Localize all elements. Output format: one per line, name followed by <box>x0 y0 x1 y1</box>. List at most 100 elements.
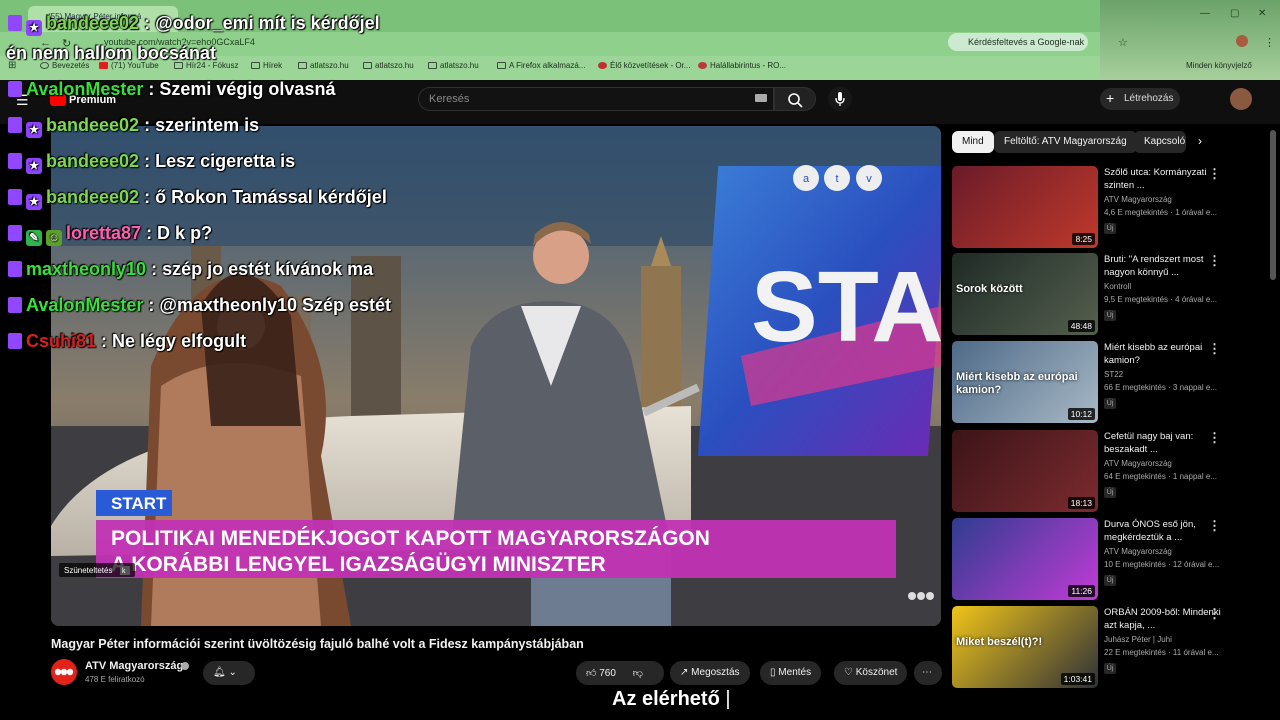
minimize-icon[interactable]: — <box>1200 8 1210 19</box>
profile-avatar[interactable] <box>1236 35 1248 47</box>
video-thumbnail[interactable]: Miért kisebb az európai kamion? 10:12 <box>952 341 1098 423</box>
share-button[interactable]: ↗ Megosztás <box>670 661 750 685</box>
thanks-button[interactable]: ♡ Köszönet <box>834 661 908 685</box>
video-thumbnail[interactable]: 8:25 <box>952 166 1098 248</box>
chat-text: : Szemi végig olvasná <box>148 79 336 99</box>
chat-message: maxtheonly10 : szép jo estét kívánok ma <box>8 258 373 280</box>
twitch-icon <box>8 189 22 205</box>
thumbnail-text: Sorok között <box>956 283 1023 295</box>
recommendation-channel[interactable]: Kontroll <box>1104 282 1224 291</box>
recommendation-title[interactable]: Durva ÓNOS eső jön, megkérdeztük a ... <box>1104 518 1224 544</box>
scrollbar[interactable] <box>1270 130 1276 280</box>
recommendation-title[interactable]: ORBÁN 2009-ből: Mindenki azt kapja, ... <box>1104 606 1224 632</box>
chat-message: ✎ ☺ loretta87 : D k p? <box>8 222 212 246</box>
more-vertical-icon[interactable]: ⋮ <box>1208 606 1221 622</box>
heart-icon: ♡ <box>844 667 853 678</box>
recommendation-channel[interactable]: Juhász Péter | Juhi <box>1104 635 1224 644</box>
video-thumbnail[interactable]: 18:13 <box>952 430 1098 512</box>
chat-message: AvalonMester : @maxtheonly10 Szép estét <box>8 294 391 316</box>
search-input[interactable]: Keresés <box>418 87 774 111</box>
recommendation-meta: 64 E megtekintés · 1 nappal e... <box>1104 472 1217 481</box>
chip-related[interactable]: Kapcsoló <box>1134 131 1186 153</box>
bookmark-star-icon[interactable]: ☆ <box>1118 36 1128 49</box>
chevron-right-icon[interactable]: › <box>1198 134 1202 148</box>
pause-shortcut-key: k <box>122 568 126 575</box>
menu-kebab-icon[interactable]: ⋮ <box>1264 36 1275 49</box>
video-duration: 18:13 <box>1067 497 1095 509</box>
twitch-icon <box>8 261 22 277</box>
account-avatar[interactable] <box>1230 88 1252 110</box>
close-window-icon[interactable]: ✕ <box>1258 8 1266 19</box>
google-lens-button[interactable]: Kérdésfeltevés a Google-nak <box>948 33 1088 51</box>
folder-icon <box>428 62 437 69</box>
bookmark-item[interactable]: Élő közvetítések - Or... <box>598 61 690 70</box>
recommendation-channel[interactable]: ATV Magyarország <box>1104 547 1224 556</box>
more-horizontal-icon: ⋯ <box>922 667 932 678</box>
folder-icon <box>363 62 372 69</box>
chat-text: : @odor_emi mít is kérdőjel <box>144 13 380 33</box>
chat-message: Csuhi81 : Ne légy elfogult <box>8 330 246 352</box>
bookmark-item[interactable]: atlatszo.hu <box>363 61 414 70</box>
recommendation-title[interactable]: Bruti: "A rendszert most nagyon könnyű .… <box>1104 253 1224 279</box>
twitch-icon <box>8 297 22 313</box>
new-badge: Új <box>1104 223 1116 234</box>
star-badge-icon: ★ <box>26 20 42 36</box>
voice-search-button[interactable] <box>828 87 852 111</box>
keyboard-icon[interactable] <box>755 94 767 102</box>
recommendation-title[interactable]: Cefetül nagy baj van: beszakadt ... <box>1104 430 1224 456</box>
channel-name[interactable]: ATV Magyarország <box>85 660 183 672</box>
plus-icon: + <box>1106 90 1115 106</box>
recommendation-title[interactable]: Szőlő utca: Kormányzati szinten ... <box>1104 166 1224 192</box>
video-thumbnail[interactable]: Sorok között 48:48 <box>952 253 1098 335</box>
pause-tooltip-label: Szüneteltetés <box>64 566 112 575</box>
more-vertical-icon[interactable]: ⋮ <box>1208 518 1221 534</box>
thumbnail-text: Miért kisebb az európai kamion? <box>956 371 1078 396</box>
svg-text:v: v <box>866 173 872 185</box>
chat-message: AvalonMester : Szemi végig olvasná <box>8 78 335 100</box>
recommendation-channel[interactable]: ATV Magyarország <box>1104 459 1224 468</box>
recommendation-meta: 9,5 E megtekintés · 4 órával e... <box>1104 295 1217 304</box>
more-actions-button[interactable]: ⋯ <box>914 661 942 685</box>
twitch-icon <box>8 117 22 133</box>
video-thumbnail[interactable]: Miket beszél(t)?! 1:03:41 <box>952 606 1098 688</box>
twitch-icon <box>8 153 22 169</box>
like-button[interactable]: 👍︎ 760 <box>586 668 616 679</box>
chat-message: ★ bandeee02 : Lesz cigeretta is <box>8 150 295 174</box>
more-vertical-icon[interactable]: ⋮ <box>1208 166 1221 182</box>
recommendation-title[interactable]: Miért kisebb az európai kamion? <box>1104 341 1224 367</box>
recommendation-channel[interactable]: ATV Magyarország <box>1104 195 1224 204</box>
more-vertical-icon[interactable]: ⋮ <box>1208 430 1221 446</box>
bookmark-item[interactable]: Hírek <box>251 61 282 70</box>
pencil-badge-icon: ✎ <box>26 230 42 246</box>
more-vertical-icon[interactable]: ⋮ <box>1208 341 1221 357</box>
more-vertical-icon[interactable]: ⋮ <box>1208 253 1221 269</box>
dislike-button[interactable]: 👎︎ <box>633 668 643 679</box>
other-bookmarks[interactable]: Minden könyvjelző <box>1186 61 1252 70</box>
bookmark-item[interactable]: Halállabirintus - RO... <box>698 61 786 70</box>
chat-text: : D k p? <box>146 223 213 243</box>
recommendation-channel[interactable]: ST22 <box>1104 370 1224 379</box>
folder-icon <box>298 62 307 69</box>
chip-all[interactable]: Mind <box>952 131 994 153</box>
recommendation-meta: 4,6 E megtekintés · 1 órával e... <box>1104 208 1217 217</box>
game-icon <box>698 62 707 69</box>
channel-avatar[interactable] <box>51 659 77 685</box>
bookmark-item[interactable]: A Firefox alkalmazá... <box>497 61 585 70</box>
bookmark-item[interactable]: atlatszo.hu <box>298 61 349 70</box>
video-thumbnail[interactable]: 11:26 <box>952 518 1098 600</box>
like-count: 760 <box>599 668 616 679</box>
bell-icon: 🔔︎ <box>213 667 226 678</box>
chat-username: Csuhi81 <box>26 331 97 351</box>
bookmark-item[interactable]: atlatszo.hu <box>428 61 479 70</box>
chat-text: : ő Rokon Tamással kérdőjel <box>144 187 387 207</box>
recommendation-meta: 22 E megtekintés · 11 órával e... <box>1104 648 1219 657</box>
maximize-icon[interactable]: ▢ <box>1230 8 1239 19</box>
new-badge: Új <box>1104 487 1116 498</box>
save-button[interactable]: ▯ Mentés <box>760 661 822 685</box>
chat-text: : szerintem is <box>144 115 260 135</box>
star-badge-icon: ★ <box>26 158 42 174</box>
chip-uploader[interactable]: Feltöltő: ATV Magyarország <box>994 131 1137 153</box>
notifications-button[interactable]: 🔔︎ ⌄ <box>203 661 255 685</box>
video-duration: 8:25 <box>1072 233 1095 245</box>
search-button[interactable] <box>774 87 816 111</box>
